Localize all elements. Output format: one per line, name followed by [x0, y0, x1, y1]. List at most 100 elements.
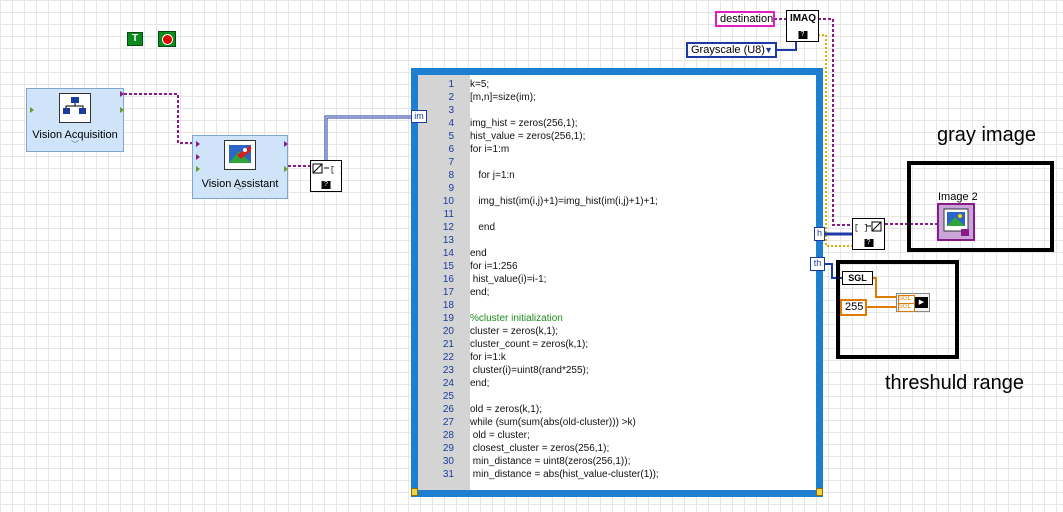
to-sgl-conversion[interactable]: SGL [842, 271, 873, 285]
code-text: old = cluster; [470, 430, 530, 441]
code-text: end [470, 222, 496, 233]
code-line[interactable]: 25 [418, 390, 816, 403]
chevron-down-icon: ﹀ [71, 140, 79, 149]
dropdown-arrow-icon[interactable]: ▼ [764, 44, 773, 57]
code-text: min_distance = uint8(zeros(256,1)); [470, 456, 631, 467]
gray-image-highlight-box [907, 161, 1054, 252]
code-text: closest_cluster = zeros(256,1); [470, 443, 610, 454]
array-wire-im [324, 115, 416, 168]
code-text: while (sum(sum(abs(old-cluster))) >k) [470, 417, 636, 428]
line-number: 16 [442, 274, 454, 285]
cluster-wire [818, 34, 852, 247]
error-icon: ? [321, 181, 331, 189]
imaq-icon-text: IMAQ [789, 13, 817, 24]
vision-assistant-icon [224, 140, 256, 170]
code-line[interactable]: 15 for i=1:256 [418, 260, 816, 273]
code-text: img_hist(im(i,j)+1)=img_hist(im(i,j)+1)+… [470, 196, 658, 207]
code-text: for i=1:256 [470, 261, 518, 272]
code-line[interactable]: 21 cluster_count = zeros(k,1); [418, 338, 816, 351]
vision-assistant-vi[interactable]: Vision Assistant ﹀ [192, 135, 288, 199]
code-line[interactable]: 8 for j=1:n [418, 169, 816, 182]
mathscript-code-area[interactable]: 1 k=5; 2 [m,n]=size(im); 3 4 img_hist = zeros(… [418, 75, 816, 490]
error-icon: ? [864, 239, 873, 247]
stop-icon[interactable] [158, 31, 176, 47]
code-line[interactable]: 14 end [418, 247, 816, 260]
svg-text:[ ]: [ ] [854, 224, 868, 233]
mathscript-resize-handle[interactable] [411, 488, 418, 496]
code-text: [m,n]=size(im); [470, 92, 536, 103]
code-line[interactable]: 6 for i=1:m [418, 143, 816, 156]
code-line[interactable]: 17 end; [418, 286, 816, 299]
code-text: hist_value = zeros(256,1); [470, 131, 586, 142]
tunnel-im[interactable]: im [411, 110, 427, 123]
code-line[interactable]: 1 k=5; [418, 78, 816, 91]
image-display-icon [943, 208, 969, 236]
imaq-array-to-image-vi[interactable]: [ ] ? [852, 218, 885, 250]
line-number: 5 [448, 131, 454, 142]
error-icon: ? [798, 31, 807, 39]
code-line[interactable]: 20 cluster = zeros(k,1); [418, 325, 816, 338]
code-line[interactable]: 10 img_hist(im(i,j)+1)=img_hist(im(i,j)+… [418, 195, 816, 208]
line-number: 29 [442, 443, 454, 454]
true-constant[interactable]: T [127, 32, 143, 46]
line-number: 28 [442, 430, 454, 441]
line-number: 23 [442, 365, 454, 376]
code-line[interactable]: 16 hist_value(i)=i-1; [418, 273, 816, 286]
numeric-constant-255[interactable]: 255 [840, 299, 867, 316]
code-line[interactable]: 3 [418, 104, 816, 117]
code-line[interactable]: 28 old = cluster; [418, 429, 816, 442]
code-line[interactable]: 24 end; [418, 377, 816, 390]
imaq-create-vi[interactable]: IMAQ ? [786, 10, 819, 42]
line-number: 2 [448, 92, 454, 103]
code-line[interactable]: 19 %cluster initialization [418, 312, 816, 325]
code-line[interactable]: 9 [418, 182, 816, 195]
vision-acquisition-vi[interactable]: Vision Acquisition ﹀ [26, 88, 124, 152]
code-line[interactable]: 27 while (sum(sum(abs(old-cluster))) >k) [418, 416, 816, 429]
code-line[interactable]: 26 old = zeros(k,1); [418, 403, 816, 416]
line-number: 7 [448, 157, 454, 168]
code-line[interactable]: 23 cluster(i)=uint8(rand*255); [418, 364, 816, 377]
code-line[interactable]: 11 [418, 208, 816, 221]
code-line[interactable]: 29 closest_cluster = zeros(256,1); [418, 442, 816, 455]
line-number: 19 [442, 313, 454, 324]
line-number: 6 [448, 144, 454, 155]
code-line[interactable]: 2 [m,n]=size(im); [418, 91, 816, 104]
bundle-node[interactable]: SGL SGL ▶ [896, 293, 930, 312]
imaq-image-to-array-vi[interactable]: [ ] ? [310, 160, 344, 192]
code-line[interactable]: 4 img_hist = zeros(256,1); [418, 117, 816, 130]
image-indicator-terminal[interactable] [937, 203, 975, 241]
line-number: 14 [442, 248, 454, 259]
line-number: 24 [442, 378, 454, 389]
code-text: end; [470, 287, 490, 298]
tunnel-th[interactable]: th [810, 257, 825, 271]
line-number: 27 [442, 417, 454, 428]
to-sgl-label: SGL [848, 273, 867, 283]
gray-image-caption: gray image [937, 124, 1036, 146]
code-text: k=5; [470, 79, 490, 90]
code-line[interactable]: 7 [418, 156, 816, 169]
code-text: cluster = zeros(k,1); [470, 326, 559, 337]
code-text: cluster(i)=uint8(rand*255); [470, 365, 589, 376]
image-indicator-label: Image 2 [938, 191, 978, 203]
code-line[interactable]: 12 end [418, 221, 816, 234]
image-wire-3 [818, 18, 852, 226]
line-number: 12 [442, 222, 454, 233]
mathscript-resize-handle[interactable] [816, 488, 823, 496]
build-array-icon: ▶ [915, 297, 928, 308]
code-line[interactable]: 13 [418, 234, 816, 247]
image-type-ring[interactable]: Grayscale (U8) ▼ [686, 42, 777, 58]
code-text: end [470, 248, 487, 259]
svg-text:[ ]: [ ] [330, 166, 341, 175]
code-line[interactable]: 18 [418, 299, 816, 312]
code-line[interactable]: 5 hist_value = zeros(256,1); [418, 130, 816, 143]
tunnel-h[interactable]: h [814, 227, 825, 241]
chevron-down-icon: ﹀ [236, 187, 244, 196]
code-line[interactable]: 30 min_distance = uint8(zeros(256,1)); [418, 455, 816, 468]
line-number: 17 [442, 287, 454, 298]
code-line[interactable]: 31 min_distance = abs(hist_value-cluster… [418, 468, 816, 481]
image-type-value: Grayscale (U8) [691, 44, 765, 56]
code-line[interactable]: 22 for i=1:k [418, 351, 816, 364]
bundle-input-2: SGL [898, 303, 915, 312]
code-text: end; [470, 378, 490, 389]
destination-constant[interactable]: destination [715, 11, 775, 27]
